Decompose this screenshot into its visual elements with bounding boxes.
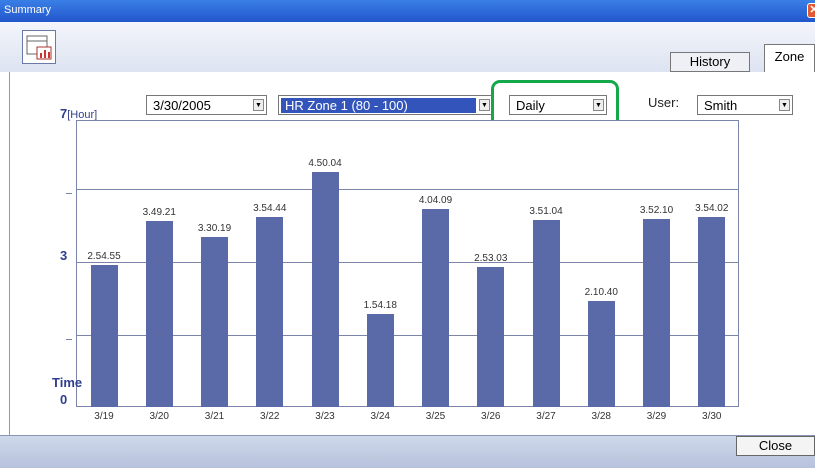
- tab-history[interactable]: History: [670, 52, 750, 72]
- bar-value-label: 2.10.40: [584, 287, 618, 299]
- bar-3/28: [587, 301, 615, 407]
- user-label: User:: [648, 95, 680, 110]
- x-tick-label: 3/23: [315, 411, 335, 422]
- y-tick: [66, 193, 72, 194]
- bar-3/27: [532, 219, 560, 407]
- chevron-down-icon[interactable]: ▼: [779, 99, 790, 111]
- bar-3/26: [477, 266, 505, 407]
- y-axis-title: Time: [52, 375, 83, 390]
- x-tick-label: 3/26: [481, 411, 501, 422]
- window-title: Summary: [4, 4, 52, 16]
- bar-value-label: 3.30.19: [197, 222, 232, 234]
- x-tick-label: 3/22: [260, 411, 280, 422]
- x-tick-label: 3/28: [591, 411, 611, 422]
- x-tick-label: 3/30: [702, 411, 722, 422]
- x-tick-label: 3/25: [425, 411, 446, 422]
- bar-value-label: 3.49.21: [142, 207, 176, 219]
- gridline: [77, 189, 738, 191]
- zone-select[interactable]: HR Zone 1 (80 - 100) ▼: [278, 95, 493, 115]
- bar-value-label: 2.54.55: [87, 251, 121, 263]
- bar-3/21: [201, 236, 228, 407]
- bar-3/22: [256, 216, 284, 407]
- y-axis-max-label: 7[Hour]: [60, 106, 98, 121]
- x-tick-label: 3/24: [370, 411, 390, 422]
- x-tick-label: 3/19: [94, 411, 114, 422]
- tab-zone[interactable]: Zone: [764, 44, 815, 72]
- bar-value-label: 3.51.04: [529, 205, 563, 217]
- bar-value-label: 2.53.03: [474, 252, 508, 264]
- calendar-chart-icon[interactable]: [22, 30, 56, 64]
- bar-value-label: 1.54.18: [363, 300, 397, 312]
- chevron-down-icon[interactable]: ▼: [479, 99, 490, 111]
- bar-value-label: 4.04.09: [418, 195, 453, 207]
- bar-3/20: [145, 221, 173, 407]
- title-bar: Summary ✕: [0, 0, 815, 22]
- bar-3/19: [90, 265, 118, 407]
- x-tick-label: 3/21: [204, 411, 225, 422]
- gridline: [77, 262, 738, 264]
- bottom-bar: [0, 435, 815, 468]
- gridline: [77, 335, 738, 337]
- x-tick-label: 3/20: [149, 411, 169, 422]
- bar-value-label: 3.52.10: [639, 204, 674, 216]
- bar-value-label: 3.54.02: [695, 203, 729, 215]
- date-select[interactable]: 3/30/2005 ▼: [146, 95, 267, 115]
- x-tick-label: 3/29: [646, 411, 667, 422]
- user-value: Smith: [704, 98, 738, 113]
- y-axis-mid-label: 3: [60, 248, 68, 263]
- bar-value-label: 3.54.44: [253, 202, 287, 214]
- zone-value: HR Zone 1 (80 - 100): [281, 98, 476, 113]
- chart-plot-area: [76, 120, 739, 407]
- user-select[interactable]: Smith ▼: [697, 95, 793, 115]
- bar-3/24: [366, 314, 394, 407]
- close-window-icon[interactable]: ✕: [807, 3, 815, 18]
- bar-3/30: [698, 217, 726, 407]
- bar-3/23: [311, 172, 339, 407]
- close-button[interactable]: Close: [736, 436, 815, 456]
- chevron-down-icon[interactable]: ▼: [253, 99, 264, 111]
- x-tick-label: 3/27: [536, 411, 556, 422]
- y-axis-min-label: 0: [60, 392, 68, 407]
- y-tick: [66, 339, 72, 340]
- bar-value-label: 4.50.04: [308, 158, 342, 170]
- bar-3/29: [643, 218, 670, 407]
- bar-3/25: [422, 209, 449, 407]
- date-value: 3/30/2005: [153, 98, 211, 113]
